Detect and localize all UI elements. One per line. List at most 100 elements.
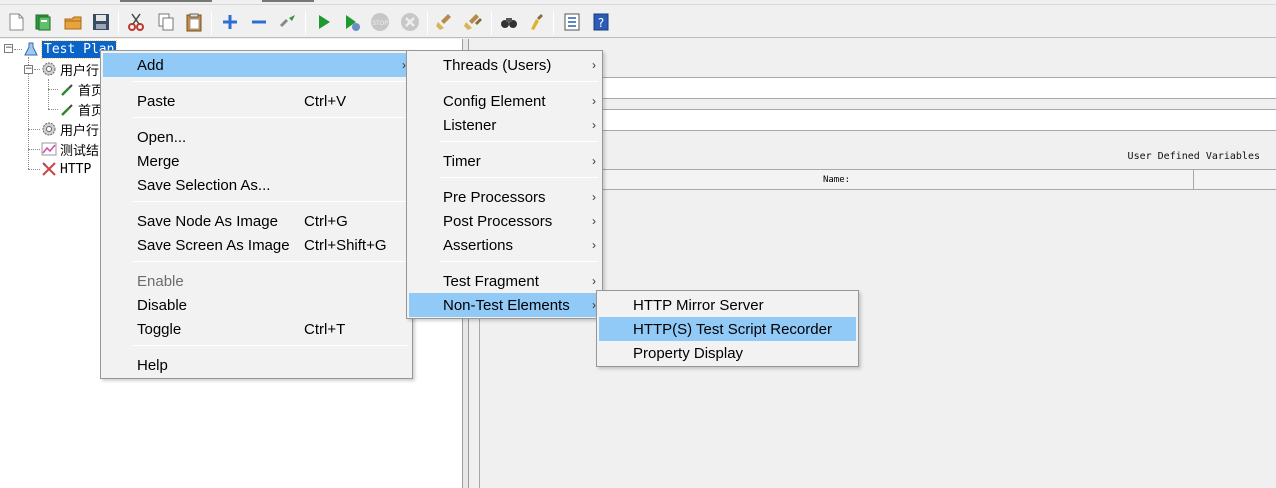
menu-item-label: Save Screen As Image bbox=[137, 236, 290, 254]
tree-node-http-tool[interactable]: HTTP bbox=[40, 159, 91, 179]
menu-item-label: Threads (Users) bbox=[443, 56, 552, 74]
gear-icon bbox=[40, 120, 58, 138]
copy-icon[interactable] bbox=[155, 11, 177, 33]
toolbar-separator bbox=[427, 11, 428, 35]
pipette-icon bbox=[58, 80, 76, 98]
tree-label: 用户行 bbox=[60, 63, 100, 79]
menu-item-label: Property Display bbox=[633, 344, 744, 362]
start-no-pause-icon[interactable] bbox=[341, 11, 363, 33]
toolbar: STOP ? bbox=[0, 5, 1276, 38]
menu-separator bbox=[439, 141, 598, 142]
menu-item-listener[interactable]: Listener › bbox=[409, 113, 600, 137]
menu-separator bbox=[133, 117, 408, 118]
menu-item-label: Merge bbox=[137, 152, 180, 170]
help-icon[interactable]: ? bbox=[590, 11, 612, 33]
menu-separator bbox=[439, 81, 598, 82]
reset-search-icon[interactable] bbox=[526, 11, 548, 33]
tree-node-thread-group[interactable]: 用户行 bbox=[40, 59, 99, 79]
collapse-toggle[interactable]: − bbox=[24, 65, 33, 74]
tools-icon bbox=[40, 160, 58, 178]
menu-item-save-screen-image[interactable]: Save Screen As Image Ctrl+Shift+G bbox=[103, 233, 410, 257]
menu-separator bbox=[439, 177, 598, 178]
svg-text:STOP: STOP bbox=[372, 20, 388, 27]
menu-item-save-node-image[interactable]: Save Node As Image Ctrl+G bbox=[103, 209, 410, 233]
pipette-icon bbox=[58, 100, 76, 118]
add-submenu: Threads (Users) › Config Element › Liste… bbox=[406, 50, 603, 319]
stop-icon[interactable]: STOP bbox=[369, 11, 391, 33]
menu-item-paste[interactable]: Paste Ctrl+V bbox=[103, 89, 410, 113]
menu-item-help[interactable]: Help bbox=[103, 353, 410, 377]
menu-item-non-test-elements[interactable]: Non-Test Elements › bbox=[409, 293, 600, 317]
toolbar-separator bbox=[491, 11, 492, 35]
menu-item-test-fragment[interactable]: Test Fragment › bbox=[409, 269, 600, 293]
tree-node-sampler[interactable]: 首页 bbox=[58, 99, 104, 119]
function-helper-icon[interactable] bbox=[561, 11, 583, 33]
save-icon[interactable] bbox=[90, 11, 112, 33]
menu-shortcut: Ctrl+Shift+G bbox=[304, 236, 387, 254]
toolbar-separator bbox=[118, 11, 119, 35]
menu-shortcut: Ctrl+G bbox=[304, 212, 348, 230]
graph-icon bbox=[40, 140, 58, 158]
menu-item-toggle[interactable]: Toggle Ctrl+T bbox=[103, 317, 410, 341]
menu-item-label: Add bbox=[137, 56, 164, 74]
chevron-right-icon: › bbox=[592, 238, 596, 252]
start-icon[interactable] bbox=[313, 11, 335, 33]
menu-separator bbox=[439, 261, 598, 262]
menu-item-assertions[interactable]: Assertions › bbox=[409, 233, 600, 257]
menu-item-add[interactable]: Add › bbox=[103, 53, 410, 77]
tree-label: 测试结 bbox=[60, 143, 100, 159]
new-icon[interactable] bbox=[5, 11, 27, 33]
menu-item-label: Help bbox=[137, 356, 168, 374]
chevron-right-icon: › bbox=[592, 190, 596, 204]
tree-label: 用户行 bbox=[60, 123, 100, 139]
toggle-icon[interactable] bbox=[277, 11, 299, 33]
menu-item-threads[interactable]: Threads (Users) › bbox=[409, 53, 600, 77]
flask-icon bbox=[22, 40, 40, 58]
chevron-right-icon: › bbox=[592, 214, 596, 228]
menu-item-label: Save Node As Image bbox=[137, 212, 278, 230]
gear-icon bbox=[40, 60, 58, 78]
menu-item-property-display[interactable]: Property Display bbox=[599, 341, 856, 365]
search-icon[interactable] bbox=[498, 11, 520, 33]
chevron-right-icon: › bbox=[592, 94, 596, 108]
menu-item-timer[interactable]: Timer › bbox=[409, 149, 600, 173]
tree-node-sampler[interactable]: 首页 bbox=[58, 79, 104, 99]
templates-icon[interactable] bbox=[32, 11, 54, 33]
menu-item-save-selection[interactable]: Save Selection As... bbox=[103, 173, 410, 197]
tree-node-listener[interactable]: 测试结 bbox=[40, 139, 99, 159]
menu-item-enable: Enable bbox=[103, 269, 410, 293]
expand-icon[interactable] bbox=[219, 11, 241, 33]
menu-item-post-processors[interactable]: Post Processors › bbox=[409, 209, 600, 233]
menu-item-label: HTTP Mirror Server bbox=[633, 296, 764, 314]
open-icon[interactable] bbox=[62, 11, 84, 33]
toolbar-separator bbox=[553, 11, 554, 35]
menu-separator bbox=[133, 201, 408, 202]
clear-all-icon[interactable] bbox=[463, 11, 485, 33]
menu-item-label: Toggle bbox=[137, 320, 182, 338]
shutdown-icon[interactable] bbox=[399, 11, 421, 33]
collapse-toggle[interactable]: − bbox=[4, 44, 13, 53]
menu-item-open[interactable]: Open... bbox=[103, 125, 410, 149]
context-menu: Add › Paste Ctrl+V Open... Merge Save Se… bbox=[100, 50, 413, 379]
collapse-icon[interactable] bbox=[248, 11, 270, 33]
svg-text:?: ? bbox=[598, 16, 604, 30]
menu-item-label: Timer bbox=[443, 152, 481, 170]
menu-item-disable[interactable]: Disable bbox=[103, 293, 410, 317]
paste-icon[interactable] bbox=[183, 11, 205, 33]
toolbar-separator bbox=[305, 11, 306, 35]
non-test-elements-submenu: HTTP Mirror Server HTTP(S) Test Script R… bbox=[596, 290, 859, 367]
menu-item-config-element[interactable]: Config Element › bbox=[409, 89, 600, 113]
menu-item-http-mirror-server[interactable]: HTTP Mirror Server bbox=[599, 293, 856, 317]
clear-icon[interactable] bbox=[434, 11, 456, 33]
menu-separator bbox=[133, 345, 408, 346]
menu-item-pre-processors[interactable]: Pre Processors › bbox=[409, 185, 600, 209]
menu-item-merge[interactable]: Merge bbox=[103, 149, 410, 173]
menu-item-http-test-script-recorder[interactable]: HTTP(S) Test Script Recorder bbox=[599, 317, 856, 341]
menu-item-label: Disable bbox=[137, 296, 188, 314]
menu-separator bbox=[133, 261, 408, 262]
menu-item-label: Non-Test Elements bbox=[443, 296, 570, 314]
cut-icon[interactable] bbox=[125, 11, 147, 33]
tree-node-thread-group[interactable]: 用户行 bbox=[40, 119, 99, 139]
menu-item-label: Config Element bbox=[443, 92, 546, 110]
menu-shortcut: Ctrl+T bbox=[304, 320, 346, 338]
